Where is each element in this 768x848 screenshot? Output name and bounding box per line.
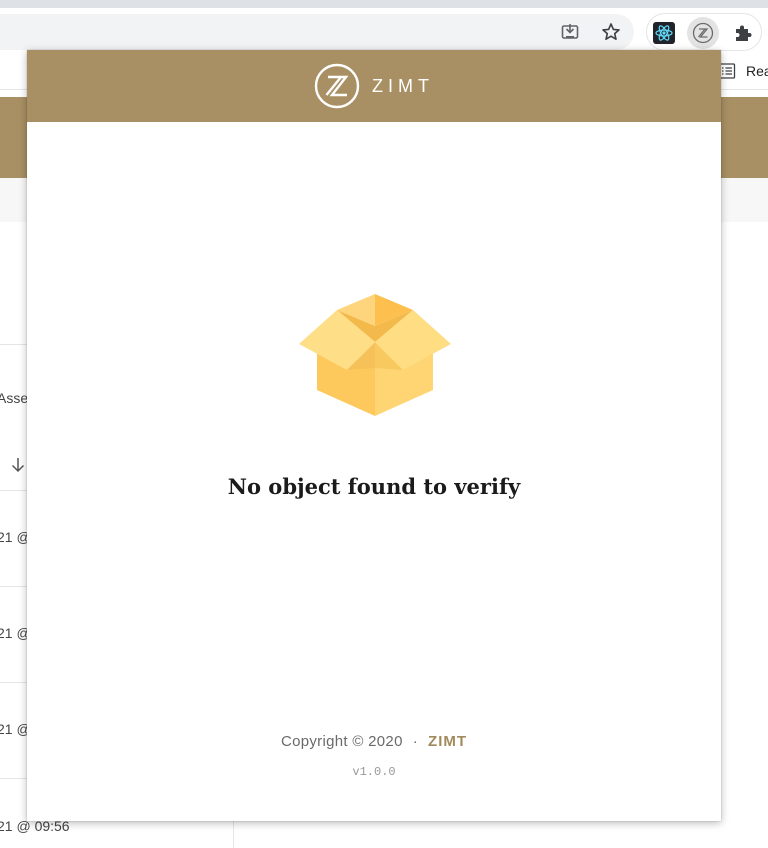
address-bar[interactable]	[0, 14, 634, 50]
react-devtools-icon[interactable]	[648, 17, 680, 49]
footer-separator: ·	[412, 733, 419, 750]
column-header-asset[interactable]: Asse	[0, 390, 28, 406]
tab-strip	[0, 0, 768, 8]
copyright-text: Copyright © 2020	[280, 733, 403, 750]
popup-header: ZIMT	[27, 50, 721, 122]
zimt-logo-icon	[314, 63, 360, 109]
reading-list-button[interactable]: Rea	[718, 62, 768, 80]
sort-arrow-down-icon[interactable]	[9, 456, 27, 474]
zimt-extension-icon[interactable]	[687, 17, 719, 49]
extensions-puzzle-icon[interactable]	[727, 17, 759, 49]
zimt-link[interactable]: ZIMT	[428, 733, 467, 750]
reading-list-label: Rea	[746, 63, 768, 79]
version-label: v1.0.0	[352, 765, 396, 779]
brand-name: ZIMT	[372, 75, 434, 96]
popup-footer: Copyright © 2020 · ZIMT	[27, 733, 721, 750]
install-app-icon[interactable]	[558, 20, 582, 44]
bookmark-star-icon[interactable]	[599, 20, 623, 44]
extensions-area	[646, 13, 762, 51]
empty-state-message: No object found to verify	[227, 474, 521, 499]
zimt-extension-popup: ZIMT No object found to verify Copyright…	[27, 50, 721, 821]
open-box-icon	[299, 294, 451, 416]
browser-toolbar	[0, 8, 768, 56]
